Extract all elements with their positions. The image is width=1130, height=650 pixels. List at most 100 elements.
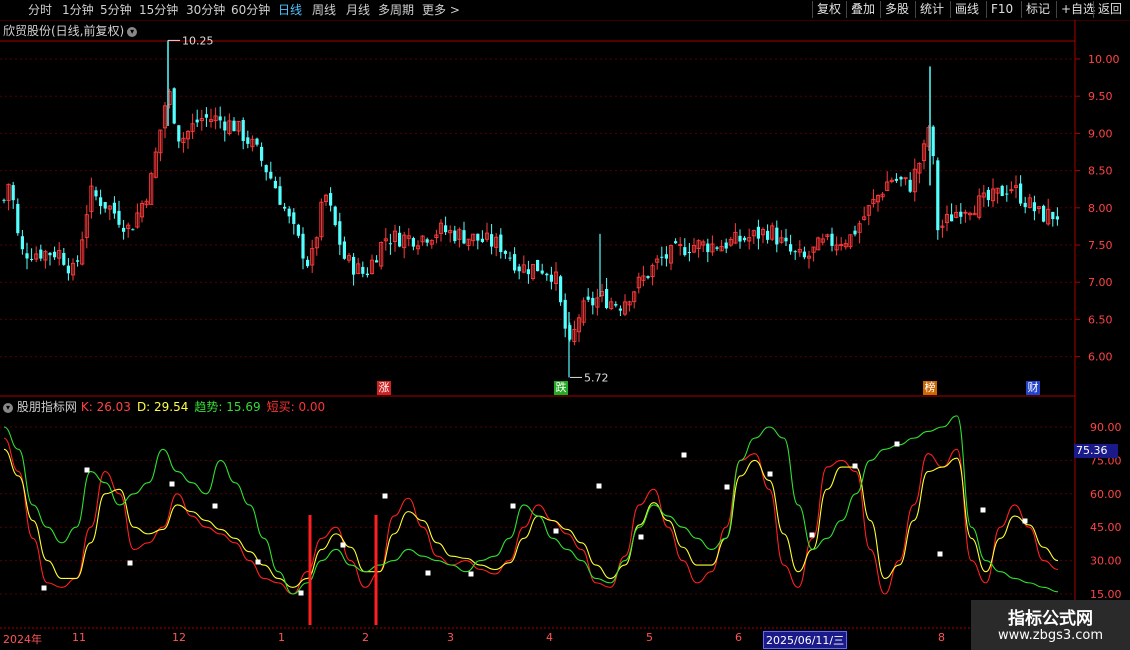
candle-body <box>287 208 291 217</box>
candle-body <box>241 120 245 141</box>
candle-body <box>517 266 521 272</box>
x-axis-label: 3 <box>447 631 454 644</box>
candle-body <box>899 176 903 180</box>
candle-body <box>508 257 512 259</box>
price-tick-label: 7.50 <box>1088 239 1113 252</box>
signal-marker <box>510 503 516 509</box>
candle-body <box>618 308 622 311</box>
x-axis-label: 1 <box>278 631 285 644</box>
candle-body <box>738 235 742 242</box>
candle-body <box>16 203 20 234</box>
candle-body <box>99 197 103 207</box>
candle-body <box>273 180 277 189</box>
candle-body <box>614 304 618 306</box>
ind-tick-label: 60.00 <box>1090 488 1122 501</box>
candle-body <box>66 265 70 274</box>
signal-marker <box>681 452 687 458</box>
signal-marker <box>382 493 388 499</box>
candle-body <box>112 202 116 214</box>
candle-body <box>329 193 333 206</box>
x-axis-label: 2 <box>362 631 369 644</box>
candle-body <box>1023 202 1027 208</box>
candle-body <box>25 253 29 259</box>
signal-marker <box>724 484 730 490</box>
candle-body <box>278 186 282 205</box>
x-axis-label: 2024年 <box>3 633 42 646</box>
signal-marker <box>298 590 304 596</box>
candle-body <box>715 247 719 249</box>
indicator-current-value: 75.36 <box>1074 444 1118 458</box>
candle-body <box>959 211 963 217</box>
candle-body <box>11 185 15 201</box>
candle-body <box>766 230 770 240</box>
price-tick-label: 6.50 <box>1088 313 1113 326</box>
candlestick-chart[interactable]: 10.00 9.50 9.00 8.50 8.00 7.50 7.00 6.50 6.00 90.… <box>0 0 1130 650</box>
candle-body <box>687 252 691 254</box>
candle-body <box>425 239 429 243</box>
candle-body <box>664 254 668 259</box>
price-tick-label: 7.00 <box>1088 276 1113 289</box>
x-axis-label: 12 <box>172 631 186 644</box>
candle-body <box>724 242 728 249</box>
x-axis-label: 5 <box>646 631 653 644</box>
candle-body <box>292 212 296 224</box>
candle-body <box>122 227 126 232</box>
candle-body <box>986 189 990 201</box>
candle-body <box>30 258 34 260</box>
signal-marker <box>468 571 474 577</box>
candle-body <box>365 273 369 276</box>
candle-body <box>586 296 590 300</box>
candle-body <box>301 233 305 259</box>
candle-body <box>503 250 507 254</box>
candle-body <box>476 233 480 241</box>
price-tick-label: 9.50 <box>1088 90 1113 103</box>
candle-body <box>591 297 595 306</box>
candle-body <box>605 289 609 309</box>
x-axis-label: 8 <box>938 631 945 644</box>
candle-body <box>53 251 57 258</box>
indicator-buy-value: 短买: 0.00 <box>266 400 326 414</box>
candle-body <box>526 269 530 275</box>
event-flag[interactable]: 跌 <box>554 381 568 395</box>
candle-body <box>195 119 199 123</box>
candle-body <box>361 266 365 274</box>
candle-body <box>62 252 66 265</box>
watermark-url: www.zbgs3.com <box>997 628 1104 643</box>
candle-body <box>549 274 553 282</box>
signal-marker <box>894 441 900 447</box>
signal-marker <box>937 551 943 557</box>
signal-marker <box>425 570 431 576</box>
price-tick-label: 6.00 <box>1088 351 1113 364</box>
candle-body <box>660 256 664 258</box>
candle-body <box>444 225 448 233</box>
candle-body <box>536 259 540 272</box>
indicator-line-k <box>3 437 1059 595</box>
candle-body <box>802 251 806 258</box>
candle-body <box>1032 202 1036 212</box>
candle-body <box>513 254 517 271</box>
indicator-d-value: D: 29.54 <box>136 400 189 414</box>
candle-body <box>563 299 567 329</box>
candle-body <box>388 243 392 245</box>
event-flag[interactable]: 财 <box>1026 381 1040 395</box>
chevron-down-icon[interactable]: ▾ <box>3 402 13 413</box>
candle-body <box>2 199 6 201</box>
indicator-line-d <box>3 448 1059 588</box>
signal-marker <box>852 463 858 469</box>
candle-body <box>480 238 484 242</box>
candle-body <box>830 233 834 246</box>
event-flag[interactable]: 榜 <box>923 381 937 395</box>
event-flag[interactable]: 涨 <box>377 381 391 395</box>
candle-body <box>756 226 760 239</box>
candle-body <box>1019 183 1023 204</box>
signal-marker <box>84 467 90 473</box>
candle-body <box>559 276 563 303</box>
candle-body <box>306 259 310 267</box>
candle-body <box>94 190 98 197</box>
candle-body <box>462 230 466 244</box>
high-marker-label: 10.25 <box>182 34 214 47</box>
candle-body <box>218 116 222 121</box>
candle-body <box>950 214 954 222</box>
candle-body <box>706 243 710 253</box>
x-axis-label: 11 <box>72 631 86 644</box>
